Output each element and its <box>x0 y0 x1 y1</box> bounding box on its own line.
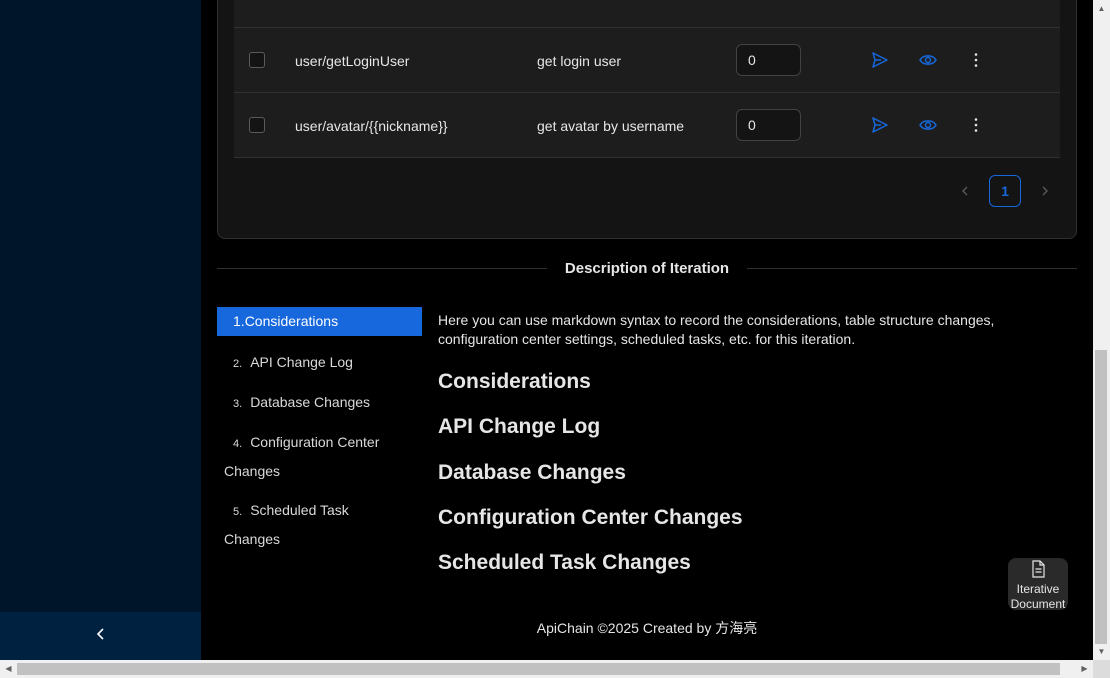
toc-number: 2. <box>233 358 243 370</box>
row-description: get login user <box>537 53 622 69</box>
toc-number: 4. <box>233 438 243 450</box>
toc-item-considerations[interactable]: 1.Considerations <box>217 307 422 336</box>
main-content: user/getLoginUser get login user 0 user/… <box>201 0 1093 660</box>
toc-label: Configuration Center <box>250 434 380 450</box>
toc-label: Considerations <box>244 313 339 329</box>
horizontal-scroll-thumb[interactable] <box>17 663 1060 675</box>
eye-icon[interactable] <box>919 116 937 134</box>
toc-label: API Change Log <box>250 354 353 370</box>
more-vertical-icon[interactable] <box>967 116 985 134</box>
iterative-document-label-1: Iterative <box>1016 582 1060 596</box>
toc-number: 1. <box>233 313 245 329</box>
more-vertical-icon[interactable] <box>967 51 985 69</box>
row-path: user/avatar/{{nickname}} <box>295 118 448 134</box>
send-icon[interactable] <box>871 116 889 134</box>
row-checkbox[interactable] <box>249 52 265 68</box>
divider-left <box>217 268 547 269</box>
scroll-left-icon[interactable]: ◀ <box>0 660 17 678</box>
vertical-scroll-thumb[interactable] <box>1095 350 1107 644</box>
iterative-document-label-2: Document <box>1010 597 1066 611</box>
scrollbar-corner <box>1093 660 1110 678</box>
send-icon[interactable] <box>871 51 889 69</box>
intro-text: Here you can use markdown syntax to reco… <box>438 312 995 347</box>
scroll-down-icon[interactable]: ▼ <box>1093 643 1110 660</box>
sidebar <box>0 0 201 660</box>
toc-item-api-change-log[interactable]: 2. API Change Log <box>233 354 353 370</box>
heading-configuration-center-changes: Configuration Center Changes <box>438 506 743 529</box>
chevron-left-icon <box>94 627 108 646</box>
table-row: user/getLoginUser get login user 0 <box>234 28 1060 93</box>
row-description: get avatar by username <box>537 118 685 134</box>
row-value-input[interactable]: 0 <box>736 109 801 141</box>
document-icon <box>1030 560 1046 581</box>
table-row: user/avatar/{{nickname}} get avatar by u… <box>234 93 1060 158</box>
sidebar-collapse-button[interactable] <box>0 612 201 660</box>
toc-item-scheduled-task-changes[interactable]: 5. Scheduled Task <box>233 502 349 518</box>
iterative-document-button[interactable]: Iterative Document <box>1008 558 1068 611</box>
toc-number: 3. <box>233 398 243 410</box>
eye-icon[interactable] <box>919 51 937 69</box>
scroll-up-icon[interactable]: ▲ <box>1093 0 1110 17</box>
toc-item-configuration-center-changes[interactable]: 4. Configuration Center <box>233 434 379 450</box>
section-title: Description of Iteration <box>564 260 730 277</box>
toc-label: Scheduled Task <box>250 502 349 518</box>
row-value-input[interactable]: 0 <box>736 44 801 76</box>
footer: ApiChain ©2025 Created by 方海亮 <box>536 620 758 636</box>
pagination-prev-icon[interactable] <box>958 184 972 198</box>
row-checkbox[interactable] <box>249 117 265 133</box>
heading-api-change-log: API Change Log <box>438 415 601 438</box>
heading-scheduled-task-changes: Scheduled Task Changes <box>438 551 691 574</box>
row-path: user/getLoginUser <box>295 53 410 69</box>
toc-label-continued[interactable]: Changes <box>224 531 280 547</box>
toc-item-database-changes[interactable]: 3. Database Changes <box>233 394 370 410</box>
pagination-page-1[interactable]: 1 <box>989 175 1021 207</box>
api-table-card: user/getLoginUser get login user 0 user/… <box>217 0 1077 239</box>
heading-considerations: Considerations <box>438 370 591 393</box>
horizontal-scrollbar[interactable]: ◀ ▶ <box>0 660 1093 678</box>
divider-right <box>747 268 1077 269</box>
pagination-next-icon[interactable] <box>1038 184 1052 198</box>
markdown-content: Here you can use markdown syntax to reco… <box>438 311 1018 574</box>
toc-label-continued[interactable]: Changes <box>224 463 280 479</box>
scroll-right-icon[interactable]: ▶ <box>1076 660 1093 678</box>
vertical-scrollbar[interactable]: ▲ ▼ <box>1093 0 1110 660</box>
table-row <box>234 0 1060 28</box>
toc-label: Database Changes <box>250 394 371 410</box>
heading-database-changes: Database Changes <box>438 461 626 484</box>
toc-number: 5. <box>233 506 243 518</box>
